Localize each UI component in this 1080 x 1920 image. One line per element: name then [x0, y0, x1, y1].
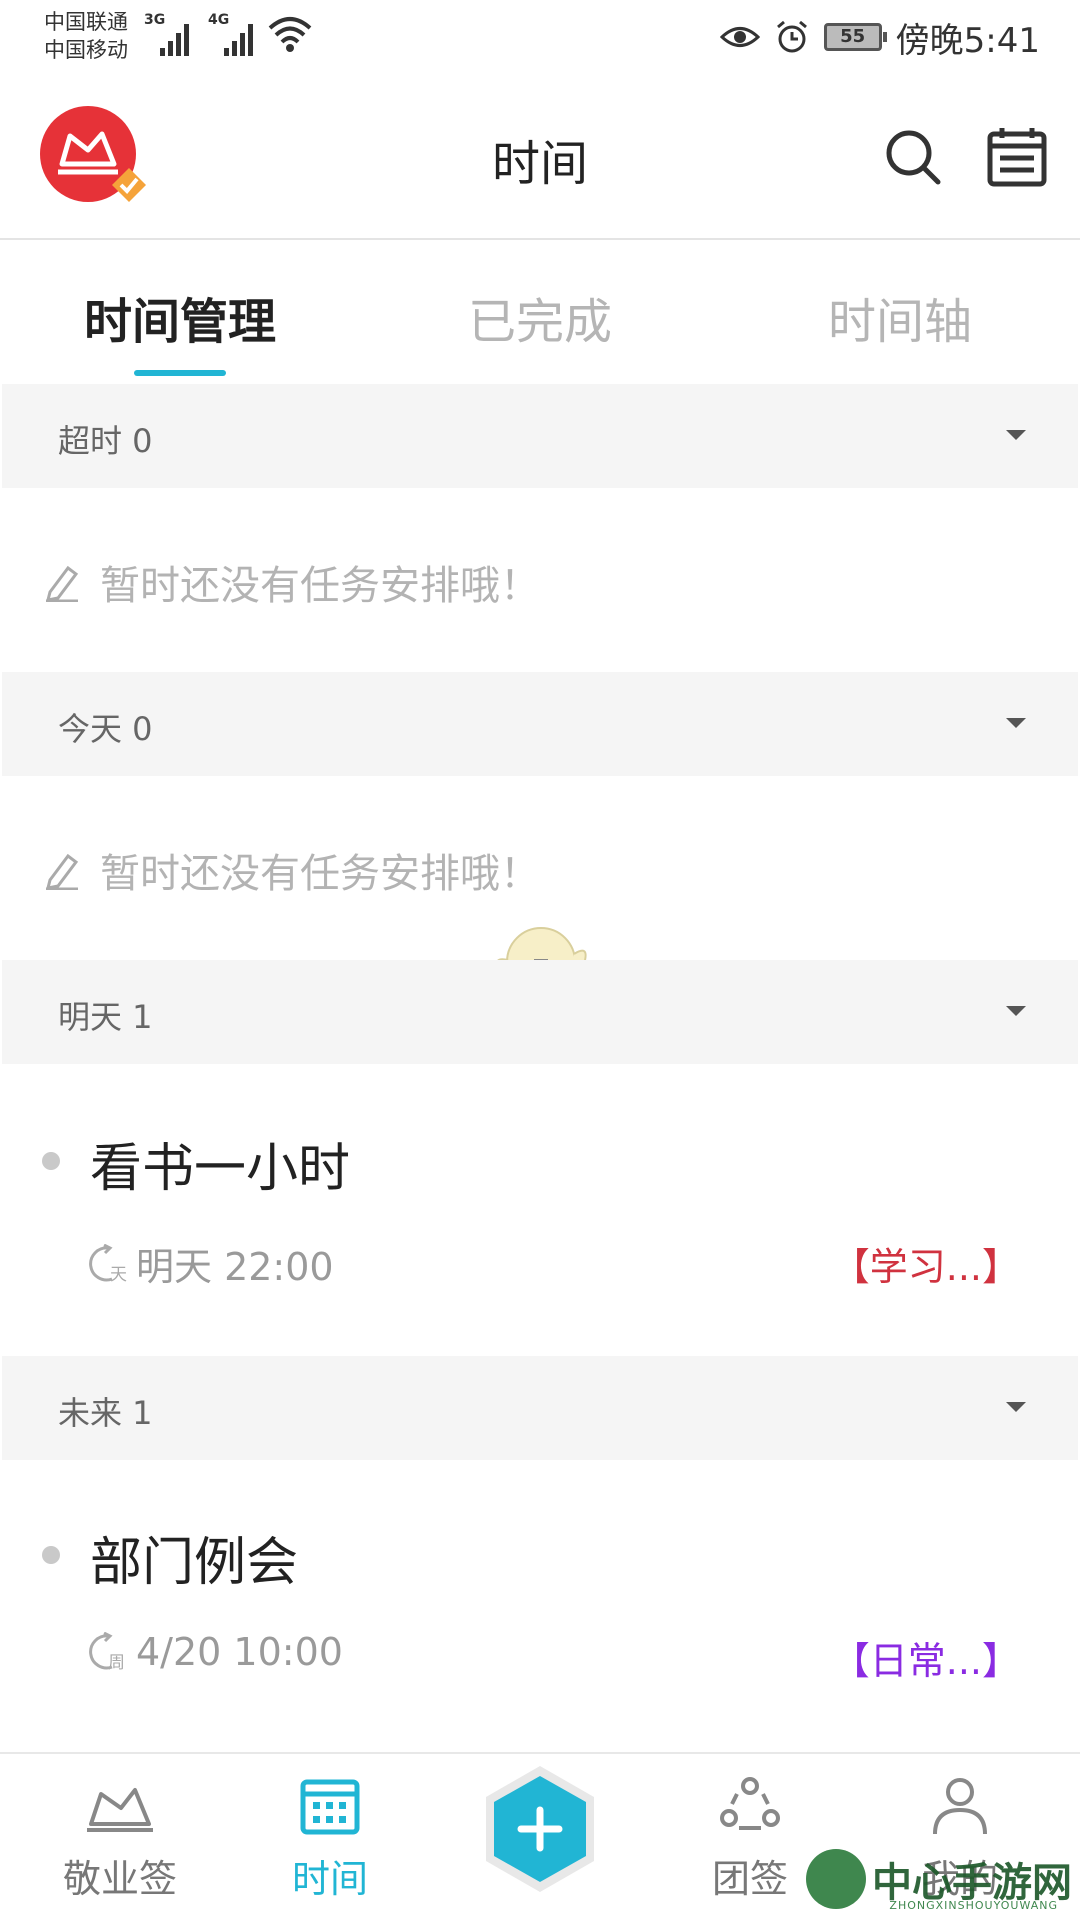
note-boat-icon: [87, 1788, 153, 1832]
watermark-sub: ZHONGXINSHOUYOUWANG: [889, 1899, 1058, 1912]
empty-state-overdue: 暂时还没有任务安排哦！: [44, 552, 540, 612]
tab-timeline[interactable]: 时间轴: [720, 282, 1080, 352]
task-item[interactable]: 看书一小时 天 明天 22:00 【学习...】: [0, 1100, 1080, 1320]
section-header-tomorrow[interactable]: 明天 1: [2, 960, 1078, 1064]
task-time: 4/20 10:00: [136, 1630, 343, 1674]
task-status-dot[interactable]: [42, 1152, 60, 1170]
task-meta: 周 4/20 10:00: [88, 1630, 343, 1674]
task-status-dot[interactable]: [42, 1546, 60, 1564]
wifi-icon: [268, 17, 312, 52]
calendar-grid-icon: [300, 1779, 360, 1835]
user-icon: [933, 1778, 987, 1835]
collapse-arrow-icon[interactable]: [1006, 430, 1026, 440]
calendar-icon[interactable]: [984, 124, 1050, 190]
team-icon: [720, 1777, 780, 1830]
tab-time-management[interactable]: 时间管理: [0, 282, 360, 352]
edit-icon: [45, 565, 79, 602]
task-item[interactable]: 部门例会 周 4/20 10:00 【日常...】: [0, 1494, 1080, 1714]
task-meta: 天 明天 22:00: [88, 1236, 334, 1291]
status-right: 55 傍晚5:41: [719, 14, 1040, 61]
section-header-overdue[interactable]: 超时 0: [2, 384, 1078, 488]
bottom-nav: 敬业签 时间 团签 我的 中心手游网 ZHONGXINSHOUYOUWANG: [0, 1752, 1080, 1920]
section-title: 未来 1: [58, 1394, 153, 1432]
alarm-icon: [776, 20, 807, 53]
carrier-2: 中国移动: [44, 38, 128, 62]
eye-icon: [719, 27, 760, 47]
watermark-logo-icon: [806, 1849, 866, 1909]
task-category-tag[interactable]: 【学习...】: [832, 1236, 1020, 1291]
carrier-info: 中国联通 中国移动: [44, 8, 128, 64]
watermark: 中心手游网 ZHONGXINSHOUYOUWANG: [806, 1844, 1072, 1914]
repeat-daily-icon: 天: [89, 1243, 127, 1284]
task-time: 明天 22:00: [136, 1245, 334, 1289]
status-bar: 中国联通 中国移动 3G 4G 55 傍晚5:41: [0, 0, 1080, 76]
repeat-glyph: 天: [110, 1265, 127, 1284]
nav-item-jingyeqian[interactable]: 敬业签: [30, 1774, 210, 1903]
task-title: 看书一小时: [90, 1139, 351, 1199]
tab-bar: 时间管理 已完成 时间轴: [0, 242, 1080, 380]
task-title: 部门例会: [90, 1533, 299, 1593]
add-task-button[interactable]: [482, 1764, 598, 1894]
app-header: 时间: [0, 76, 1080, 240]
tab-indicator: [134, 370, 226, 376]
carrier-1: 中国联通: [44, 10, 128, 34]
signal-bars-icon: [224, 22, 262, 56]
status-clock: 傍晚5:41: [895, 20, 1040, 61]
nav-label: 时间: [291, 1857, 368, 1901]
section-title: 今天 0: [58, 710, 153, 748]
section-header-today[interactable]: 今天 0: [2, 672, 1078, 776]
search-icon[interactable]: [880, 124, 946, 190]
task-category-tag[interactable]: 【日常...】: [832, 1630, 1020, 1685]
repeat-glyph: 周: [108, 1653, 125, 1672]
nav-item-time[interactable]: 时间: [240, 1774, 420, 1903]
empty-state-text: 暂时还没有任务安排哦！: [100, 851, 540, 897]
section-title: 明天 1: [58, 998, 153, 1036]
tab-completed[interactable]: 已完成: [360, 282, 720, 352]
signal-bars-icon: [160, 22, 198, 56]
nav-label: 敬业签: [62, 1857, 177, 1901]
collapse-arrow-icon[interactable]: [1006, 1006, 1026, 1016]
empty-state-today: 暂时还没有任务安排哦！: [44, 840, 540, 900]
repeat-weekly-icon: 周: [89, 1632, 125, 1672]
empty-state-text: 暂时还没有任务安排哦！: [100, 563, 540, 609]
section-header-future[interactable]: 未来 1: [2, 1356, 1078, 1460]
edit-icon: [45, 853, 79, 890]
section-title: 超时 0: [58, 422, 153, 460]
collapse-arrow-icon[interactable]: [1006, 1402, 1026, 1412]
battery-indicator: 55: [823, 23, 887, 51]
collapse-arrow-icon[interactable]: [1006, 718, 1026, 728]
